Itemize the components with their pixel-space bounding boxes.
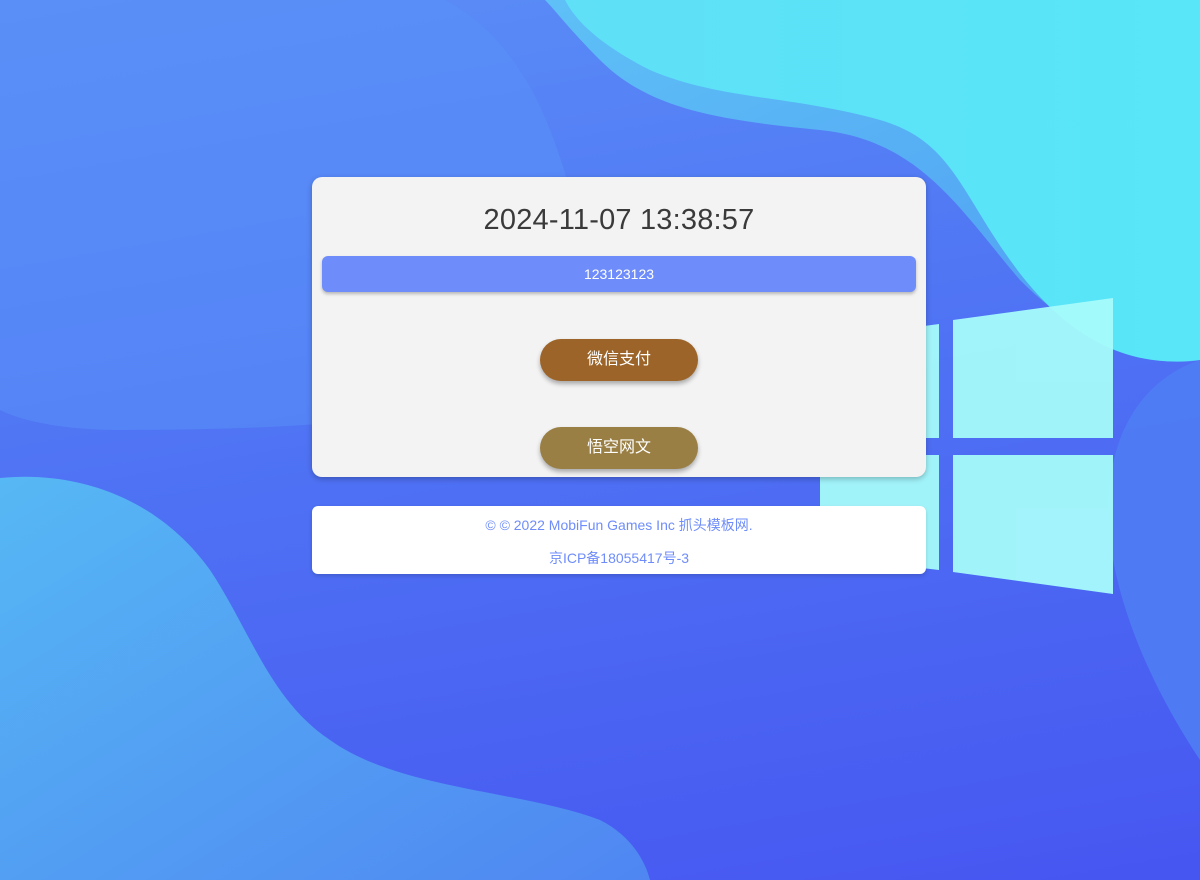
wukong-button[interactable]: 悟空网文 — [540, 427, 698, 469]
footer: © © 2022 MobiFun Games Inc 抓头模板网. 京ICP备1… — [312, 506, 926, 574]
copyright-text[interactable]: © © 2022 MobiFun Games Inc 抓头模板网. — [312, 515, 926, 535]
icp-link[interactable]: 京ICP备18055417号-3 — [312, 548, 926, 568]
datetime-display: 2024-11-07 13:38:57 — [483, 204, 755, 236]
desktop-background: 2024-11-07 13:38:57 123123123 微信支付 悟空网文 … — [0, 0, 1200, 880]
notice-bar: 123123123 — [322, 256, 916, 292]
main-card: 2024-11-07 13:38:57 123123123 微信支付 悟空网文 — [312, 177, 926, 477]
wechat-pay-button[interactable]: 微信支付 — [540, 339, 698, 381]
